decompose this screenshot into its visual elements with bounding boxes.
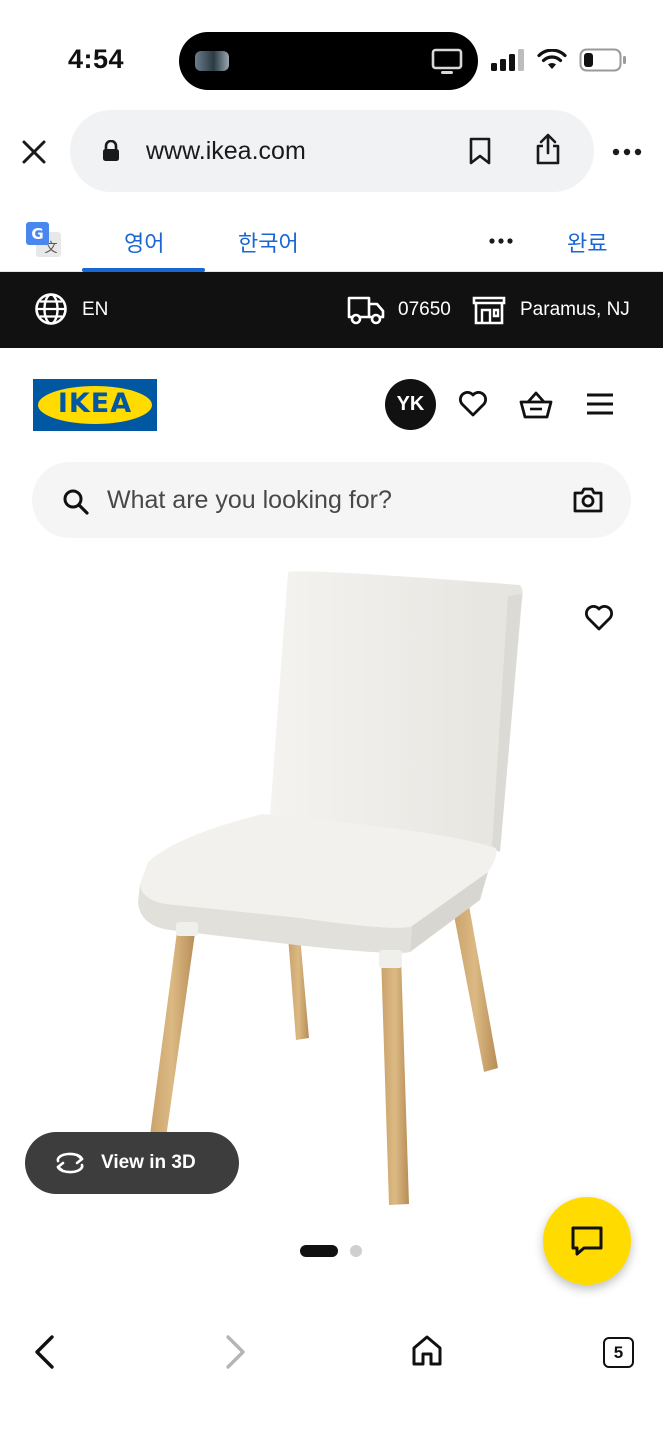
chat-button[interactable] [543,1197,631,1285]
shopping-basket-icon[interactable] [519,390,553,420]
hamburger-menu-icon[interactable] [586,393,614,415]
image-carousel-indicator[interactable] [300,1245,362,1257]
zip-code[interactable]: 07650 [398,299,451,321]
wifi-icon [537,49,567,69]
camera-search-icon[interactable] [572,486,604,514]
home-icon[interactable] [410,1334,444,1368]
view-in-3d-button[interactable]: View in 3D [25,1132,239,1194]
status-bar: 4:54 [0,0,663,110]
address-bar[interactable]: www.ikea.com [70,110,594,192]
search-bar [32,462,631,538]
status-icons [491,48,627,72]
cellular-signal-icon [491,49,524,71]
carousel-dot-active[interactable] [300,1245,338,1257]
tab-switcher-button[interactable]: 5 [603,1337,634,1368]
search-icon[interactable] [62,488,90,516]
screen-mirroring-icon [431,48,463,74]
svg-text:G: G [31,225,43,243]
delivery-truck-icon[interactable] [347,294,385,326]
translate-bar: 文 G 영어 한국어 완료 [0,210,663,272]
status-time: 4:54 [68,44,125,74]
chat-bubble-icon [571,1226,603,1256]
logo-text: IKEA [57,388,133,419]
url-text: www.ikea.com [146,137,306,165]
store-icon[interactable] [472,294,506,326]
close-icon[interactable] [18,136,50,168]
user-avatar[interactable]: YK [385,379,436,430]
more-options-icon[interactable] [612,148,642,156]
language-selector[interactable]: EN [82,299,108,321]
media-thumbnail [195,51,229,71]
carousel-dot[interactable] [350,1245,362,1257]
lock-icon [103,140,119,161]
share-icon[interactable] [534,132,562,166]
translate-done-button[interactable]: 완료 [567,226,607,258]
product-favorite-heart-icon[interactable] [584,604,614,632]
utility-bar: EN 07650 Paramus, NJ [0,272,663,348]
favorites-heart-icon[interactable] [458,390,488,418]
back-icon[interactable] [30,1334,60,1370]
store-location[interactable]: Paramus, NJ [520,299,630,321]
ikea-logo[interactable]: IKEA [33,379,157,431]
product-image-chair[interactable] [0,548,663,1228]
tab-source-language[interactable]: 영어 [124,226,164,258]
google-translate-icon: 文 G [26,222,61,257]
dynamic-island[interactable] [179,32,478,90]
forward-icon[interactable] [220,1334,250,1370]
rotate-3d-icon [56,1152,84,1174]
view-in-3d-label: View in 3D [101,1152,196,1173]
translate-more-icon[interactable] [489,238,513,244]
browser-bar: www.ikea.com [0,110,663,194]
search-input[interactable] [107,462,557,538]
bookmark-icon[interactable] [468,136,492,166]
tab-target-language[interactable]: 한국어 [238,226,299,258]
browser-bottom-toolbar: 5 [0,1310,663,1440]
battery-icon [579,48,626,72]
globe-icon[interactable] [34,292,68,326]
